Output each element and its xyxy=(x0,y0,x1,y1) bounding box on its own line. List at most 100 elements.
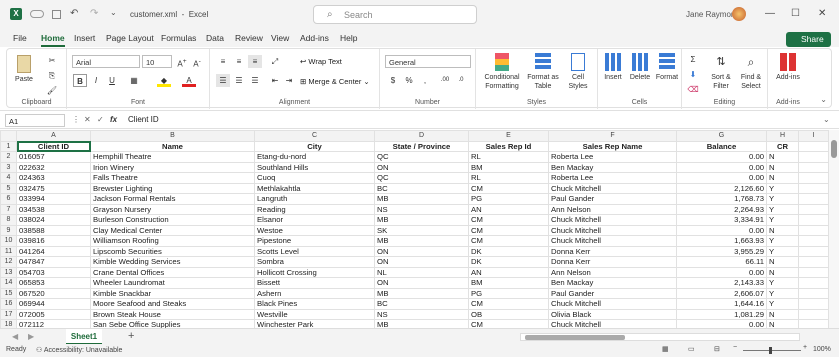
cell-g1[interactable]: Balance xyxy=(676,140,767,152)
paste-button[interactable]: Paste xyxy=(11,55,37,84)
cell-a12[interactable]: 047847 xyxy=(16,256,91,268)
cell-i2[interactable] xyxy=(798,151,829,163)
cell-i7[interactable] xyxy=(798,203,829,215)
cell-b18[interactable]: San Sebe Office Supplies xyxy=(90,319,255,328)
middle-align-icon[interactable]: ≡ xyxy=(232,55,246,68)
row-header[interactable]: 13 xyxy=(0,266,17,278)
tab-insert[interactable]: Insert xyxy=(74,33,95,43)
cell-a5[interactable]: 032475 xyxy=(16,182,91,194)
cell-h15[interactable]: Y xyxy=(766,287,799,299)
orientation-icon[interactable]: ⤢ xyxy=(268,55,282,68)
bottom-align-icon[interactable]: ≡ xyxy=(248,55,262,68)
column-header-a[interactable]: A xyxy=(16,130,91,142)
autosum-icon[interactable]: Σ xyxy=(686,53,700,66)
row-header[interactable]: 11 xyxy=(0,245,17,257)
cell-d15[interactable]: MB xyxy=(374,287,469,299)
cell-h12[interactable]: N xyxy=(766,256,799,268)
align-center-icon[interactable]: ☰ xyxy=(232,74,246,87)
cell-b17[interactable]: Brown Steak House xyxy=(90,308,255,320)
cell-b11[interactable]: Lipscomb Securities xyxy=(90,245,255,257)
redo-icon[interactable]: ↷ xyxy=(90,8,102,20)
row-header[interactable]: 15 xyxy=(0,287,17,299)
cell-a18[interactable]: 072112 xyxy=(16,319,91,328)
cell-g17[interactable]: 1,081.29 xyxy=(676,308,767,320)
cell-h8[interactable]: Y xyxy=(766,214,799,226)
vertical-scroll-thumb[interactable] xyxy=(831,140,837,158)
cell-g2[interactable]: 0.00 xyxy=(676,151,767,163)
column-header-e[interactable]: E xyxy=(468,130,549,142)
row-header[interactable]: 2 xyxy=(0,151,17,163)
percent-icon[interactable]: % xyxy=(402,74,416,87)
cell-b16[interactable]: Moore Seafood and Steaks xyxy=(90,298,255,310)
cell-c8[interactable]: Elsanor xyxy=(254,214,375,226)
fill-icon[interactable]: ⬇ xyxy=(686,68,700,81)
cell-h9[interactable]: N xyxy=(766,224,799,236)
clear-icon[interactable]: ⌫ xyxy=(686,83,700,96)
cell-a8[interactable]: 038024 xyxy=(16,214,91,226)
column-header-c[interactable]: C xyxy=(254,130,375,142)
format-cells-button[interactable]: Format xyxy=(654,53,680,82)
cell-f6[interactable]: Paul Gander xyxy=(548,193,677,205)
cell-b12[interactable]: Kimble Wedding Services xyxy=(90,256,255,268)
tab-page-layout[interactable]: Page Layout xyxy=(106,33,154,43)
cell-i16[interactable] xyxy=(798,298,829,310)
cell-d18[interactable]: MB xyxy=(374,319,469,328)
cell-e3[interactable]: BM xyxy=(468,161,549,173)
sort-filter-button[interactable]: ⇅ Sort & Filter xyxy=(706,53,736,91)
row-header[interactable]: 5 xyxy=(0,182,17,194)
cell-b15[interactable]: Kimble Snackbar xyxy=(90,287,255,299)
conditional-formatting-button[interactable]: Conditional Formatting xyxy=(480,53,524,91)
cell-g8[interactable]: 3,334.91 xyxy=(676,214,767,226)
cell-e10[interactable]: CM xyxy=(468,235,549,247)
cell-e9[interactable]: CM xyxy=(468,224,549,236)
horizontal-scroll-thumb[interactable] xyxy=(525,335,625,340)
column-header-i[interactable]: I xyxy=(798,130,829,142)
cell-i15[interactable] xyxy=(798,287,829,299)
zoom-level[interactable]: 100% xyxy=(813,346,831,353)
cell-d17[interactable]: NS xyxy=(374,308,469,320)
expand-formula-icon[interactable]: ⌄ xyxy=(823,115,830,124)
cell-e2[interactable]: RL xyxy=(468,151,549,163)
cell-i17[interactable] xyxy=(798,308,829,320)
cell-e15[interactable]: PG xyxy=(468,287,549,299)
formula-input[interactable]: Client ID xyxy=(128,115,159,124)
cell-i13[interactable] xyxy=(798,266,829,278)
cell-c2[interactable]: Etang-du-nord xyxy=(254,151,375,163)
cell-b3[interactable]: Irion Winery xyxy=(90,161,255,173)
save-icon[interactable] xyxy=(52,10,61,19)
search-box[interactable]: ⌕ Search xyxy=(313,5,477,24)
horizontal-scrollbar[interactable] xyxy=(520,333,800,341)
cell-a1[interactable]: Client ID xyxy=(16,140,91,152)
accessibility-status[interactable]: ⚇ Accessibility: Unavailable xyxy=(36,346,122,354)
cell-d7[interactable]: NS xyxy=(374,203,469,215)
maximize-button[interactable]: ☐ xyxy=(791,8,800,19)
cell-h3[interactable]: N xyxy=(766,161,799,173)
zoom-out-icon[interactable]: − xyxy=(733,344,737,351)
cell-i11[interactable] xyxy=(798,245,829,257)
cell-d9[interactable]: SK xyxy=(374,224,469,236)
cell-a10[interactable]: 039816 xyxy=(16,235,91,247)
borders-icon[interactable]: ▦ xyxy=(127,74,141,87)
cell-i5[interactable] xyxy=(798,182,829,194)
cell-a3[interactable]: 022632 xyxy=(16,161,91,173)
add-sheet-icon[interactable]: + xyxy=(128,330,134,342)
cancel-icon[interactable]: ✕ xyxy=(84,115,91,124)
tab-review[interactable]: Review xyxy=(235,33,263,43)
cell-g6[interactable]: 1,768.73 xyxy=(676,193,767,205)
prev-sheet-icon[interactable]: ◀ xyxy=(12,332,18,341)
row-header[interactable]: 7 xyxy=(0,203,17,215)
page-break-view-icon[interactable]: ⊟ xyxy=(714,345,720,353)
cell-d11[interactable]: ON xyxy=(374,245,469,257)
row-header[interactable]: 16 xyxy=(0,298,17,310)
comma-icon[interactable]: , xyxy=(418,74,432,87)
italic-button[interactable]: I xyxy=(89,74,103,87)
column-header-b[interactable]: B xyxy=(90,130,255,142)
cell-a11[interactable]: 041264 xyxy=(16,245,91,257)
cell-e16[interactable]: CM xyxy=(468,298,549,310)
cell-b6[interactable]: Jackson Formal Rentals xyxy=(90,193,255,205)
cell-d16[interactable]: BC xyxy=(374,298,469,310)
cell-b1[interactable]: Name xyxy=(90,140,255,152)
cell-b14[interactable]: Wheeler Laundromat xyxy=(90,277,255,289)
enter-icon[interactable]: ✓ xyxy=(97,115,104,124)
cell-g4[interactable]: 0.00 xyxy=(676,172,767,184)
